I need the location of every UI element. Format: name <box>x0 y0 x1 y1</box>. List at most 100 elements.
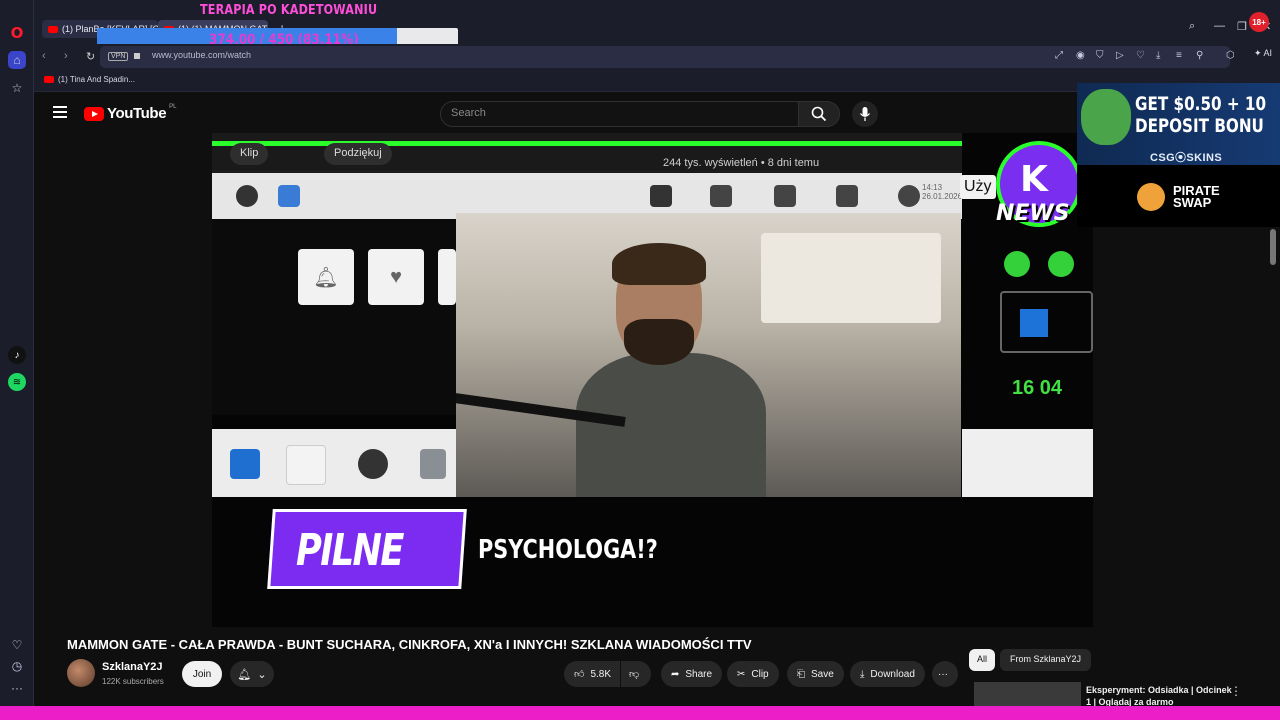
like-count: 5.8K <box>590 668 612 680</box>
channel-name[interactable]: SzklanaY2J <box>102 661 163 673</box>
video-green-bar <box>212 141 970 146</box>
frog-icon <box>1048 251 1074 277</box>
forward-icon[interactable]: › <box>64 50 68 62</box>
player-icon[interactable]: ▷ <box>1116 50 1124 61</box>
avatar[interactable] <box>67 659 95 687</box>
video-title: MAMMON GATE - CAŁA PRAWDA - BUNT SUCHARA… <box>67 637 752 652</box>
home-icon[interactable]: ⌂ <box>8 51 26 69</box>
thumbs-down-icon: 👎︎ <box>629 669 640 680</box>
heart-icon: ♥ <box>368 249 424 305</box>
download-icon[interactable]: ⤓ <box>1156 50 1160 61</box>
thumbs-up-icon: 👍︎ <box>574 669 585 680</box>
share-label: Share <box>685 668 713 680</box>
csgo-skins-ad[interactable]: GET $0.50 + 10 DEPOSIT BONU CSG⦿SKINS <box>1077 83 1280 165</box>
youtube-logo[interactable]: YouTube PL <box>84 104 176 122</box>
filter-chip-channel[interactable]: From SzklanaY2J <box>1000 649 1092 671</box>
back-icon[interactable]: ‹ <box>42 50 46 62</box>
scrollbar[interactable] <box>1270 229 1276 265</box>
tiktok-icon[interactable]: ♪ <box>8 346 26 364</box>
app-icon <box>278 185 300 207</box>
ai-label: AI <box>1263 48 1273 58</box>
pilne-text: PILNE <box>296 525 404 576</box>
search-button[interactable] <box>798 101 840 127</box>
window-icon <box>650 185 672 207</box>
minimize-icon[interactable]: — <box>1214 20 1225 32</box>
pirate-logo <box>1137 183 1165 211</box>
bell-icon: 🔔︎ <box>298 249 354 305</box>
heart-icon[interactable]: ♡ <box>1136 50 1145 61</box>
opera-icon[interactable]: O <box>8 24 26 42</box>
more-icon[interactable]: ··· <box>8 679 26 697</box>
news-logo-letter: K <box>1020 159 1048 200</box>
vpn-badge[interactable]: VPN <box>108 52 129 61</box>
ad-brand: CSG⦿SKINS <box>1150 152 1223 164</box>
screen-icon <box>774 185 796 207</box>
bookmark-item[interactable]: (1) Tina And Spadin... <box>44 75 135 84</box>
lock-icon[interactable] <box>134 53 140 59</box>
clock-date: 26.01.2026 <box>922 192 963 201</box>
profile-icon[interactable]: ⚲ <box>1196 50 1203 61</box>
menu-icon[interactable] <box>53 106 67 118</box>
share-button[interactable]: ➦ Share <box>661 661 723 687</box>
bell-icon: 🔔︎ <box>237 668 252 681</box>
snap-icon[interactable]: ⤢ <box>1055 50 1063 61</box>
chevron-down-icon: ⌄ <box>257 668 267 681</box>
shield-icon[interactable]: ⛉ <box>1096 50 1104 61</box>
ai-button[interactable]: ✦ AI <box>1254 48 1272 59</box>
more-icon: ··· <box>938 668 948 680</box>
dislike-button[interactable]: 👎︎ <box>621 661 651 687</box>
overlay-title: TERAPIA PO KADETOWANIU <box>200 3 378 18</box>
search-icon <box>811 106 827 122</box>
save-button[interactable]: ⎗ Save <box>787 661 844 687</box>
reload-icon[interactable]: ↻ <box>86 50 95 63</box>
hammer-icon <box>1020 309 1048 337</box>
menu-icon[interactable]: ≡ <box>1176 50 1182 61</box>
recommendation-title[interactable]: Eksperyment: Odsiadka | Odcinek 1 | Oglą… <box>1086 684 1236 708</box>
video-partial-button: Uży <box>960 175 996 199</box>
store-icon <box>230 449 260 479</box>
download-button[interactable]: ⤓ Download <box>850 661 925 687</box>
obs-icon <box>236 185 258 207</box>
scissors-icon: ✂ <box>737 668 746 680</box>
search-input[interactable]: Search <box>440 101 799 127</box>
video-caption: PSYCHOLOGA!? <box>478 535 658 565</box>
recommendation-more-icon[interactable]: ⋮ <box>1230 684 1242 698</box>
video-clock: 14:13 26.01.2026 <box>922 183 962 201</box>
clip-button[interactable]: ✂ Clip <box>727 661 779 687</box>
extensions-icon[interactable]: ⬡ <box>1226 50 1235 61</box>
restore-icon[interactable]: ❐ <box>1237 20 1247 33</box>
like-button[interactable]: 👍︎ 5.8K <box>564 661 620 687</box>
join-button[interactable]: Join <box>182 661 222 687</box>
filter-chip-all[interactable]: All <box>969 649 996 671</box>
video-counter: 16 04 <box>1012 377 1063 399</box>
partial-icon <box>438 249 456 305</box>
clock-icon[interactable]: ◷ <box>8 657 26 675</box>
notifications-button[interactable]: 🔔︎ ⌄ <box>230 661 274 687</box>
spotify-icon[interactable]: ≋ <box>8 373 26 391</box>
bookmark-icon: ⎗ <box>797 668 805 680</box>
pirate-swap-ad[interactable]: PIRATE SWAP <box>1077 165 1280 227</box>
video-clip-button: Klip <box>230 143 269 165</box>
star-icon[interactable]: ☆ <box>8 79 26 97</box>
search-icon[interactable]: ⌕ <box>1189 20 1195 33</box>
url-text[interactable]: www.youtube.com/watch <box>152 50 251 60</box>
video-thanks-button: Podziękuj <box>324 143 392 165</box>
camera-icon[interactable]: ◉ <box>1076 50 1085 61</box>
logo-text: YouTube <box>107 105 167 122</box>
voice-search-button[interactable] <box>852 101 878 127</box>
more-actions-button[interactable]: ··· <box>932 661 958 687</box>
bookmark-label: (1) Tina And Spadin... <box>58 75 135 84</box>
capture-icon <box>836 185 858 207</box>
browser-sidebar: O ⌂ ☆ ♪ ≋ ♡ ◷ ··· <box>0 0 34 706</box>
ad-headline-2: DEPOSIT BONU <box>1135 115 1264 137</box>
pirate-swap-text: PIRATE SWAP <box>1173 184 1220 209</box>
recommendation-thumbnail[interactable] <box>974 682 1081 708</box>
taskbar-strip <box>0 706 1280 720</box>
video-player[interactable]: Klip Podziękuj 244 tys. wyświetleń • 8 d… <box>212 133 1093 627</box>
streamer-hair <box>612 243 706 285</box>
share-icon: ➦ <box>671 668 680 680</box>
heart-icon[interactable]: ♡ <box>8 636 26 654</box>
video-app-toolbar <box>212 429 456 497</box>
ad-mascot <box>1081 89 1131 145</box>
streamer-body <box>576 353 766 497</box>
